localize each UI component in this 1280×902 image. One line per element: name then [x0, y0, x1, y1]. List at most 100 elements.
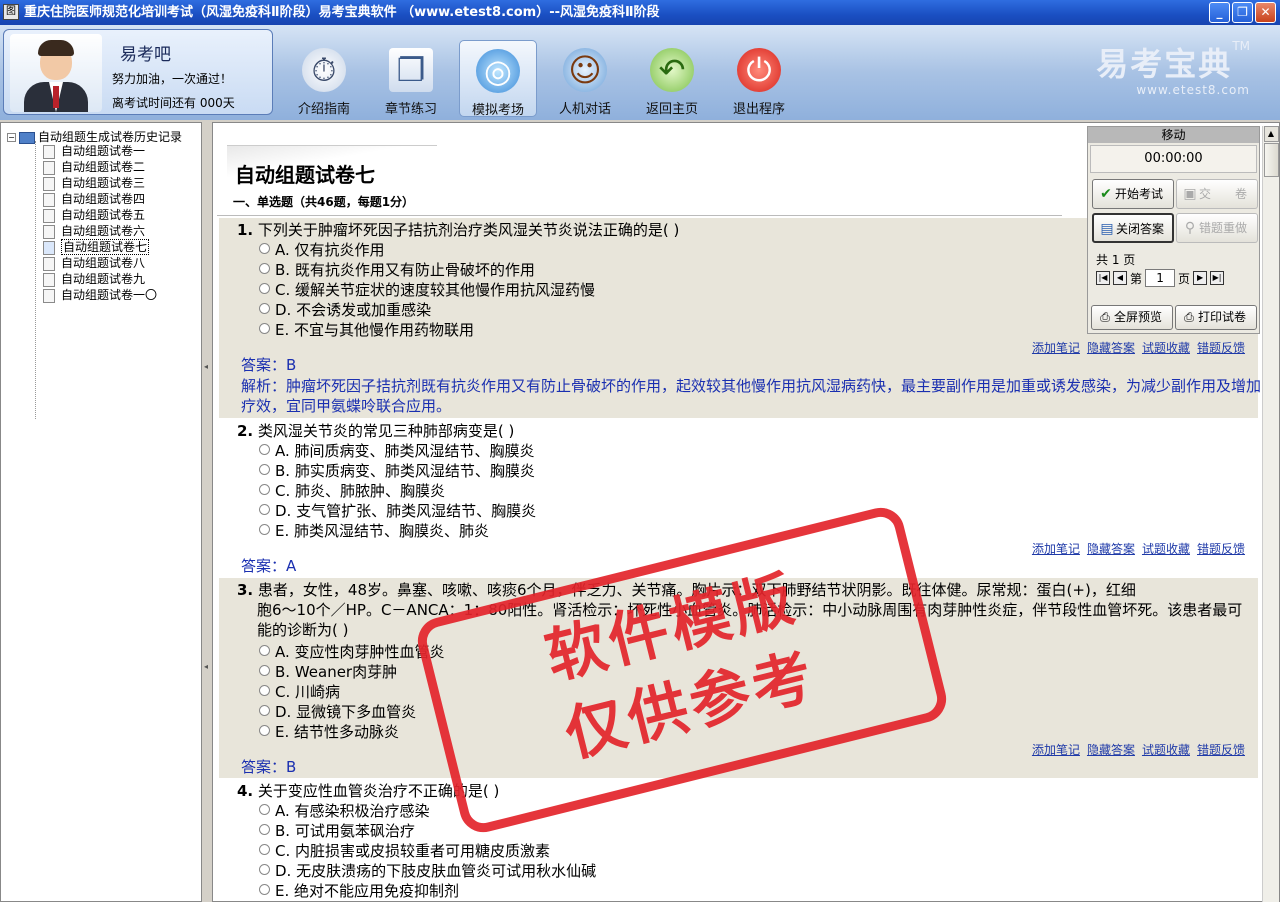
- exit-program-button[interactable]: ⏻ 退出程序: [720, 40, 798, 117]
- hide-answer-link[interactable]: 隐藏答案: [1087, 341, 1135, 355]
- favorite-link[interactable]: 试题收藏: [1142, 341, 1190, 355]
- feedback-link[interactable]: 错题反馈: [1197, 341, 1245, 355]
- document-icon: [43, 160, 55, 175]
- add-note-link[interactable]: 添加笔记: [1032, 743, 1080, 757]
- option[interactable]: D. 显微镜下多血管炎: [259, 702, 416, 722]
- next-page-icon[interactable]: ▶: [1193, 271, 1208, 285]
- radio-button[interactable]: [259, 243, 270, 254]
- radio-button[interactable]: [259, 484, 270, 495]
- collapse-arrow-icon[interactable]: ◂: [204, 662, 210, 672]
- tree-item[interactable]: 自动组题试卷二: [43, 159, 145, 175]
- radio-button[interactable]: [259, 303, 270, 314]
- radio-button[interactable]: [259, 263, 270, 274]
- option[interactable]: D. 不会诱发或加重感染: [259, 300, 431, 320]
- submit-paper-button[interactable]: ▣ 交 卷: [1176, 179, 1258, 209]
- radio-button[interactable]: [259, 283, 270, 294]
- radio-button[interactable]: [259, 725, 270, 736]
- chapter-practice-button[interactable]: ❐ 章节练习: [372, 40, 450, 117]
- radio-button[interactable]: [259, 665, 270, 676]
- tree-item[interactable]: 自动组题试卷八: [43, 255, 145, 271]
- last-page-icon[interactable]: ▶|: [1210, 271, 1225, 285]
- option[interactable]: E. 结节性多动脉炎: [259, 722, 399, 742]
- radio-button[interactable]: [259, 645, 270, 656]
- minimize-button[interactable]: _: [1209, 2, 1230, 23]
- radio-button[interactable]: [259, 864, 270, 875]
- document-icon: [43, 176, 55, 191]
- option[interactable]: A. 仅有抗炎作用: [259, 240, 385, 260]
- option[interactable]: A. 有感染积极治疗感染: [259, 801, 430, 821]
- scroll-up-icon[interactable]: ▲: [1263, 126, 1279, 142]
- collapse-icon[interactable]: −: [7, 133, 16, 142]
- radio-button[interactable]: [259, 705, 270, 716]
- option[interactable]: A. 肺间质病变、肺类风湿结节、胸膜炎: [259, 441, 535, 461]
- tree-item[interactable]: 自动组题试卷一: [43, 143, 145, 159]
- prev-page-icon[interactable]: ◀: [1113, 271, 1127, 285]
- radio-button[interactable]: [259, 884, 270, 895]
- radio-button[interactable]: [259, 824, 270, 835]
- maximize-button[interactable]: ❐: [1232, 2, 1253, 23]
- start-exam-button[interactable]: ✔ 开始考试: [1092, 179, 1174, 209]
- feedback-link[interactable]: 错题反馈: [1197, 743, 1245, 757]
- panel-move-handle[interactable]: 移动: [1088, 127, 1259, 143]
- radio-button[interactable]: [259, 844, 270, 855]
- feedback-link[interactable]: 错题反馈: [1197, 542, 1245, 556]
- page-suffix: 页: [1178, 271, 1191, 286]
- option[interactable]: E. 绝对不能应用免疫抑制剂: [259, 881, 459, 901]
- first-page-icon[interactable]: |◀: [1096, 271, 1110, 285]
- option[interactable]: B. 既有抗炎作用又有防止骨破坏的作用: [259, 260, 535, 280]
- panel-splitter[interactable]: ◂ ◂: [202, 122, 212, 902]
- option[interactable]: B. 可试用氨苯砜治疗: [259, 821, 415, 841]
- redo-wrong-button[interactable]: ⚲ 错题重做: [1176, 213, 1258, 243]
- mock-exam-button[interactable]: ◎ 模拟考场: [459, 40, 537, 118]
- tree-item[interactable]: 自动组题试卷五: [43, 207, 145, 223]
- question-text: 2. 类风湿关节炎的常见三种肺部病变是( ): [237, 422, 515, 440]
- option[interactable]: A. 变应性肉芽肿性血管炎: [259, 642, 445, 662]
- close-button[interactable]: ✕: [1255, 2, 1276, 23]
- option[interactable]: B. 肺实质病变、肺类风湿结节、胸膜炎: [259, 461, 535, 481]
- radio-button[interactable]: [259, 323, 270, 334]
- collapse-arrow-icon[interactable]: ◂: [204, 362, 210, 372]
- tree-item[interactable]: 自动组题试卷一〇: [43, 287, 157, 303]
- add-note-link[interactable]: 添加笔记: [1032, 542, 1080, 556]
- back-home-button[interactable]: ↶ 返回主页: [633, 40, 711, 117]
- favorite-link[interactable]: 试题收藏: [1142, 542, 1190, 556]
- radio-button[interactable]: [259, 444, 270, 455]
- option[interactable]: C. 肺炎、肺脓肿、胸膜炎: [259, 481, 445, 501]
- option[interactable]: C. 内脏损害或皮损较重者可用糖皮质激素: [259, 841, 550, 861]
- vertical-scrollbar[interactable]: ▲: [1262, 126, 1279, 902]
- man-machine-dialog-button[interactable]: ☺ 人机对话: [546, 40, 624, 117]
- tree-item[interactable]: 自动组题试卷三: [43, 175, 145, 191]
- document-icon: [43, 192, 55, 207]
- radio-button[interactable]: [259, 464, 270, 475]
- option[interactable]: B. Weaner肉芽肿: [259, 662, 397, 682]
- intro-guide-button[interactable]: ⏱ 介绍指南: [285, 40, 363, 117]
- question-links: 添加笔记 隐藏答案 试题收藏 错题反馈: [1025, 339, 1245, 356]
- close-answer-button[interactable]: ▤ 关闭答案: [1092, 213, 1174, 243]
- option[interactable]: E. 不宜与其他慢作用药物联用: [259, 320, 474, 340]
- tree-item[interactable]: 自动组题试卷九: [43, 271, 145, 287]
- radio-button[interactable]: [259, 504, 270, 515]
- tree-item[interactable]: 自动组题试卷四: [43, 191, 145, 207]
- fullscreen-preview-button[interactable]: ⎙ 全屏预览: [1091, 305, 1173, 330]
- scroll-thumb[interactable]: [1264, 143, 1279, 177]
- tree-item[interactable]: 自动组题试卷六: [43, 223, 145, 239]
- option[interactable]: C. 缓解关节症状的速度较其他慢作用抗风湿药慢: [259, 280, 595, 300]
- radio-button[interactable]: [259, 804, 270, 815]
- radio-button[interactable]: [259, 685, 270, 696]
- favorite-link[interactable]: 试题收藏: [1142, 743, 1190, 757]
- tree-item-selected[interactable]: 自动组题试卷七: [43, 239, 150, 255]
- document-icon: [43, 208, 55, 223]
- option[interactable]: D. 无皮肤溃疡的下肢皮肤血管炎可试用秋水仙碱: [259, 861, 596, 881]
- add-note-link[interactable]: 添加笔记: [1032, 341, 1080, 355]
- option[interactable]: D. 支气管扩张、肺类风湿结节、胸膜炎: [259, 501, 536, 521]
- page-input[interactable]: 1: [1145, 269, 1176, 287]
- hide-answer-link[interactable]: 隐藏答案: [1087, 743, 1135, 757]
- question-links: 添加笔记 隐藏答案 试题收藏 错题反馈: [1025, 540, 1245, 557]
- question-block: 2. 类风湿关节炎的常见三种肺部病变是( ) A. 肺间质病变、肺类风湿结节、胸…: [219, 419, 1258, 577]
- option[interactable]: E. 肺类风湿结节、胸膜炎、肺炎: [259, 521, 489, 541]
- hide-answer-link[interactable]: 隐藏答案: [1087, 542, 1135, 556]
- answer-text: 答案：A: [241, 557, 297, 575]
- option[interactable]: C. 川崎病: [259, 682, 340, 702]
- radio-button[interactable]: [259, 524, 270, 535]
- print-paper-button[interactable]: ⎙ 打印试卷: [1175, 305, 1257, 330]
